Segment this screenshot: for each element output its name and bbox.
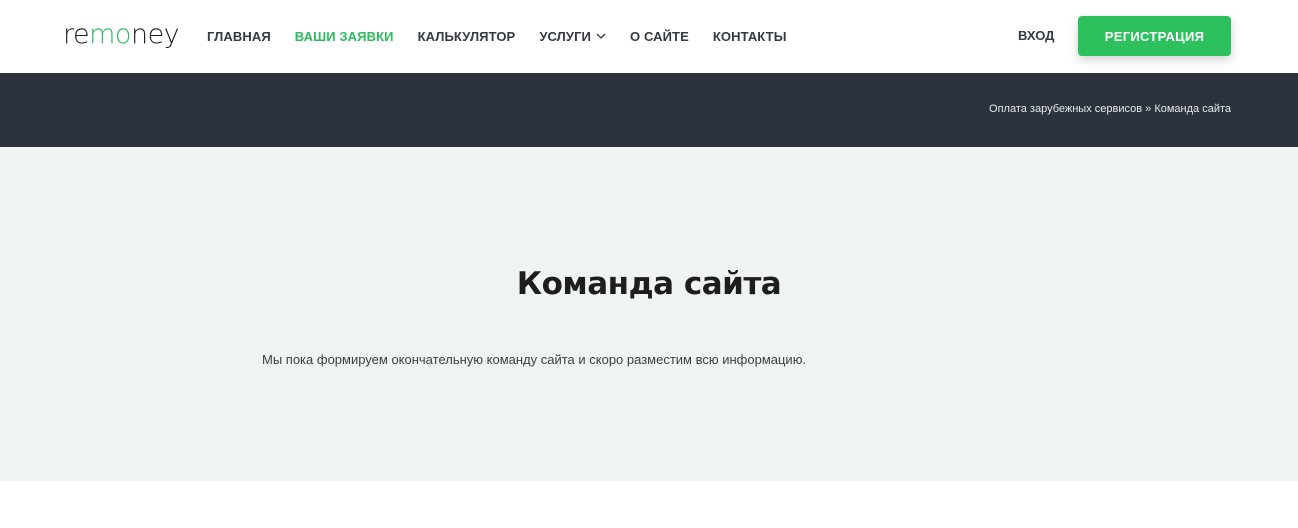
nav-item-label: КАЛЬКУЛЯТОР [417,28,516,44]
nav-item-label: КОНТАКТЫ [712,28,787,44]
logo-wordmark: remoney [63,18,180,50]
nav-item-services[interactable]: УСЛУГИ [539,29,606,44]
nav-item-contacts[interactable]: КОНТАКТЫ [713,29,787,44]
breadcrumb-parent-link[interactable]: Оплата зарубежных сервисов [989,103,1142,115]
breadcrumb-separator: » [1145,103,1152,115]
main-nav: ГЛАВНАЯ ВАШИ ЗАЯВКИ КАЛЬКУЛЯТОР УСЛУГИ О… [207,27,811,45]
main-content: Команда сайта Мы пока формируем окончате… [0,147,1298,481]
nav-item-label: ГЛАВНАЯ [207,28,271,44]
nav-item-calculator[interactable]: КАЛЬКУЛЯТОР [418,29,516,44]
site-logo[interactable]: remoney [63,18,180,50]
login-link[interactable]: ВХОД [1018,28,1054,43]
page-text: Мы пока формируем окончательную команду … [262,352,807,367]
chevron-down-icon [596,31,606,41]
nav-item-home[interactable]: ГЛАВНАЯ [207,29,271,44]
nav-item-requests[interactable]: ВАШИ ЗАЯВКИ [295,29,394,44]
site-header: remoney ГЛАВНАЯ ВАШИ ЗАЯВКИ КАЛЬКУЛЯТОР … [0,0,1298,73]
page-title: Команда сайта [516,266,782,302]
nav-item-label: УСЛУГИ [539,28,592,44]
page-banner: Оплата зарубежных сервисов » Команда сай… [0,73,1298,147]
nav-item-about[interactable]: О САЙТЕ [630,29,689,44]
breadcrumb: Оплата зарубежных сервисов » Команда сай… [989,103,1231,115]
nav-item-label: О САЙТЕ [630,28,689,44]
register-button[interactable]: РЕГИСТРАЦИЯ [1078,16,1231,56]
nav-item-label: ВАШИ ЗАЯВКИ [294,28,394,44]
breadcrumb-current: Команда сайта [1154,103,1231,115]
